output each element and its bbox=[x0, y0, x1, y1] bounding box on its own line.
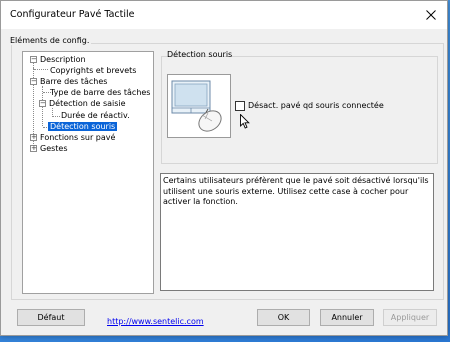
collapse-icon[interactable]: − bbox=[30, 78, 37, 85]
tree-line bbox=[53, 116, 60, 117]
cancel-button[interactable]: Annuler bbox=[320, 309, 374, 326]
tree-item-label: Fonctions sur pavé bbox=[40, 133, 116, 142]
tree-item-duree[interactable]: Durée de réactiv. bbox=[61, 110, 130, 121]
tree-item-type-barre[interactable]: Type de barre des tâches bbox=[50, 87, 150, 98]
configurator-window: Configurateur Pavé Tactile Eléments de c… bbox=[0, 0, 448, 336]
tree-item-detection-souris[interactable]: Détection souris bbox=[48, 121, 118, 132]
tree-item-barre[interactable]: Barre des tâches bbox=[40, 76, 107, 87]
tree-item-label: Copyrights et brevets bbox=[50, 66, 137, 75]
title-bar[interactable]: Configurateur Pavé Tactile bbox=[1, 1, 447, 29]
tree-item-gestes[interactable]: Gestes bbox=[40, 143, 68, 154]
expand-icon[interactable]: + bbox=[30, 134, 37, 141]
tree-item-label: Détection souris bbox=[48, 122, 118, 131]
tree-item-label: Type de barre des tâches bbox=[50, 88, 151, 97]
tree-item-label: Détection de saisie bbox=[49, 99, 126, 108]
checkbox-label[interactable]: Désact. pavé qd souris connectée bbox=[248, 101, 384, 110]
collapse-icon[interactable]: − bbox=[39, 100, 46, 107]
close-icon bbox=[426, 10, 436, 20]
tree-line bbox=[34, 69, 48, 70]
panel-title: Détection souris bbox=[167, 50, 233, 59]
collapse-icon[interactable]: − bbox=[30, 56, 37, 63]
pointer-cursor-icon bbox=[240, 113, 250, 131]
config-tree[interactable]: − Description Copyrights et brevets − Ba… bbox=[22, 51, 154, 294]
mouse-illustration bbox=[167, 74, 231, 138]
expand-icon[interactable]: + bbox=[30, 145, 37, 152]
description-text: Certains utilisateurs préfèrent que le p… bbox=[160, 173, 434, 291]
tree-item-fonctions[interactable]: Fonctions sur pavé bbox=[40, 132, 115, 143]
tree-item-copyrights[interactable]: Copyrights et brevets bbox=[50, 65, 136, 76]
default-button[interactable]: Défaut bbox=[17, 309, 85, 326]
tree-item-label: Gestes bbox=[40, 144, 68, 153]
tree-item-label: Durée de réactiv. bbox=[61, 111, 130, 120]
tree-line bbox=[33, 62, 34, 72]
disable-touchpad-checkbox[interactable] bbox=[235, 101, 245, 111]
groupbox-label: Eléments de config. bbox=[8, 36, 92, 45]
apply-button[interactable]: Appliquer bbox=[383, 309, 437, 326]
tree-item-detection-saisie[interactable]: Détection de saisie bbox=[49, 98, 126, 109]
close-button[interactable] bbox=[421, 5, 441, 25]
touchpad-mouse-icon bbox=[171, 80, 222, 132]
tree-item-label: Description bbox=[40, 55, 86, 64]
tree-item-description[interactable]: Description bbox=[40, 54, 86, 65]
ok-button[interactable]: OK bbox=[257, 309, 310, 326]
tree-item-label: Barre des tâches bbox=[40, 77, 108, 86]
window-title: Configurateur Pavé Tactile bbox=[10, 9, 135, 20]
sentelic-link[interactable]: http://www.sentelic.com bbox=[107, 317, 204, 326]
